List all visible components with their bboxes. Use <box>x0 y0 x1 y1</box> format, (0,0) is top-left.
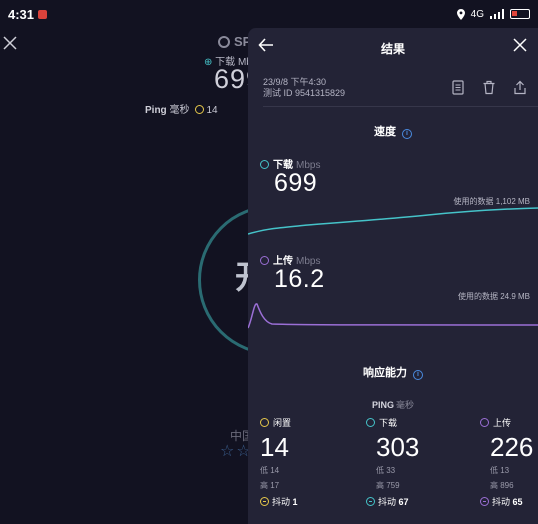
status-bar: 4:31 4G <box>0 0 538 28</box>
upload-arrow-icon <box>480 418 489 427</box>
download-arrow-icon <box>366 418 375 427</box>
info-icon[interactable]: i <box>413 370 423 380</box>
responsiveness-section-title: 响应能力 i <box>248 364 538 380</box>
close-icon <box>513 38 527 52</box>
ping-upload-column: 上传 226 低 13 高 896 抖动 65 <box>480 416 538 508</box>
jitter-icon <box>260 497 269 506</box>
ping-idle-value: 14 <box>260 432 289 462</box>
upload-arrow-icon <box>260 256 269 265</box>
divider <box>263 106 538 107</box>
location-icon <box>456 8 465 20</box>
jitter-icon <box>480 497 489 506</box>
result-actions <box>451 80 530 97</box>
speedtest-logo-icon <box>218 36 230 48</box>
download-icon: ⊕ <box>204 57 213 68</box>
ping-upload-low: 低 13 <box>490 466 510 475</box>
battery-icon <box>510 9 530 19</box>
share-icon <box>514 80 526 95</box>
results-panel: 结果 23/9/8 下午4:30 测试 ID 9541315829 速度 i 下载… <box>248 28 538 524</box>
ping-download-jitter: 抖动 67 <box>366 495 446 508</box>
document-icon <box>452 80 464 95</box>
download-arrow-icon <box>260 160 269 169</box>
details-button[interactable] <box>451 80 468 97</box>
close-icon[interactable] <box>3 30 23 50</box>
signal-icon <box>490 9 504 19</box>
upload-value: 16.2 <box>274 265 325 293</box>
background-brand: SP <box>218 34 251 49</box>
status-time: 4:31 <box>8 6 35 22</box>
ping-download-value: 303 <box>376 432 420 462</box>
trash-icon <box>483 80 495 95</box>
idle-icon <box>260 418 269 427</box>
download-graph <box>248 207 538 235</box>
network-type: 4G <box>470 8 484 20</box>
ping-download-label: 下载 <box>366 416 446 429</box>
info-icon[interactable]: i <box>402 129 412 139</box>
ping-download-column: 下载 303 低 33 高 759 抖动 67 <box>366 416 446 508</box>
test-meta: 23/9/8 下午4:30 测试 ID 9541315829 <box>263 77 345 99</box>
ping-upload-jitter: 抖动 65 <box>480 495 538 508</box>
ping-upload-high: 高 896 <box>490 481 514 490</box>
delete-button[interactable] <box>482 80 499 97</box>
test-date: 23/9/8 下午4:30 <box>263 77 327 87</box>
ping-upload-value: 226 <box>490 432 534 462</box>
download-value: 699 <box>274 169 318 197</box>
speed-section-title: 速度 i <box>248 123 538 139</box>
background-ping: Ping 毫秒 14 <box>145 105 218 116</box>
ping-download-high: 高 759 <box>376 481 400 490</box>
ping-idle-high: 高 17 <box>260 481 280 490</box>
share-button[interactable] <box>513 80 530 97</box>
ping-icon <box>195 105 205 114</box>
close-button[interactable] <box>512 37 530 55</box>
ping-idle-label: 闲置 <box>260 416 340 429</box>
jitter-icon <box>366 497 375 506</box>
ping-download-low: 低 33 <box>376 466 396 475</box>
upload-graph <box>248 303 538 329</box>
panel-header: 结果 <box>248 28 538 64</box>
ping-idle-jitter: 抖动 1 <box>260 495 340 508</box>
status-icons: 4G <box>456 8 530 20</box>
ping-idle-low: 低 14 <box>260 466 280 475</box>
ping-upload-label: 上传 <box>480 416 538 429</box>
panel-title: 结果 <box>380 42 405 56</box>
test-id: 测试 ID 9541315829 <box>263 88 346 98</box>
ping-idle-column: 闲置 14 低 14 高 17 抖动 1 <box>260 416 340 508</box>
notification-icon <box>38 9 48 19</box>
ping-title: PING 毫秒 <box>371 400 415 410</box>
